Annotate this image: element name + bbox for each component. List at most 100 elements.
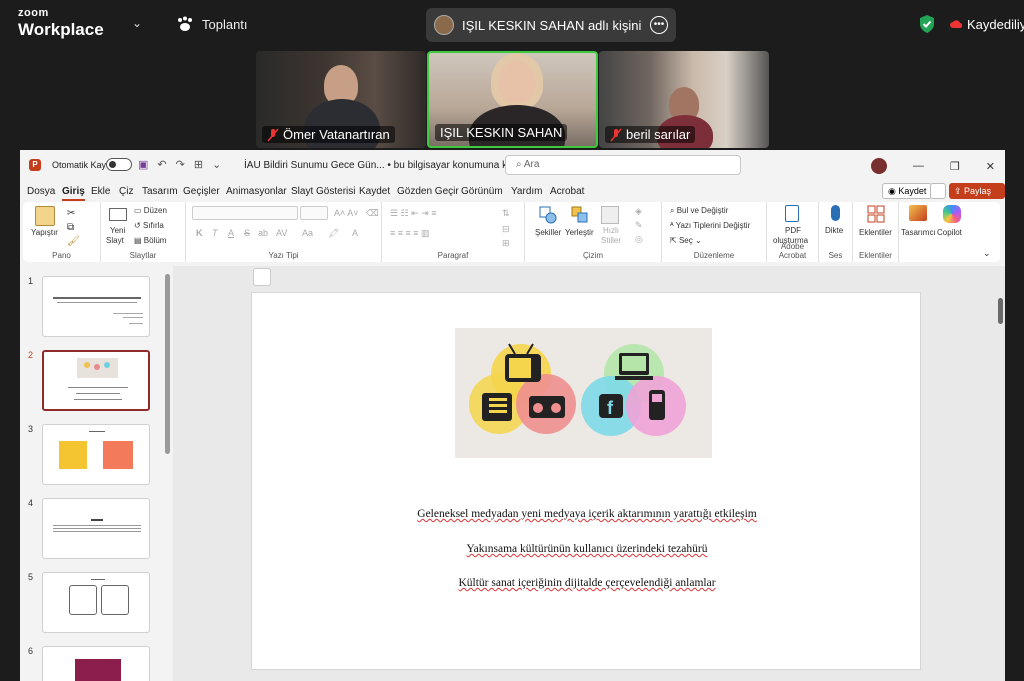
close-icon[interactable]: ✕ — [986, 160, 995, 173]
tab-dosya[interactable]: Dosya — [27, 186, 55, 197]
arrange-icon[interactable] — [571, 206, 589, 224]
slide-text-line[interactable]: Yakınsama kültürünün kullanıcı üzerindek… — [252, 543, 922, 555]
shapes-icon[interactable] — [539, 206, 557, 224]
grow-font-icon[interactable]: A˄ A˅ — [334, 208, 359, 218]
tab-tasarim[interactable]: Tasarım — [142, 186, 178, 197]
layout-button[interactable]: ▭ Düzen — [134, 206, 167, 215]
dictate-label[interactable]: Dikte — [825, 226, 843, 235]
quick-styles-label-1[interactable]: Hızlı — [603, 226, 619, 235]
tab-kaydet[interactable]: Kaydet — [359, 186, 390, 197]
tab-animasyonlar[interactable]: Animasyonlar — [226, 186, 287, 197]
current-slide[interactable]: f Geleneksel medyadan yeni medyaya içeri… — [251, 292, 921, 670]
section-button[interactable]: ▤ Bölüm — [134, 236, 166, 245]
new-slide-icon[interactable] — [109, 208, 127, 221]
tab-ekle[interactable]: Ekle — [91, 186, 110, 197]
replace-fonts-button[interactable]: ᴬ Yazı Tiplerini Değiştir — [670, 221, 750, 230]
bold-button[interactable]: K — [196, 228, 203, 238]
highlight-icon[interactable]: 🖍 — [328, 228, 339, 239]
copy-icon[interactable]: ⧉ — [67, 222, 74, 233]
presenter-icon[interactable]: ⊞ — [194, 158, 203, 171]
slide-copilot-icon[interactable] — [253, 268, 271, 286]
customize-icon[interactable]: ⌄ — [212, 158, 221, 171]
meeting-info-button[interactable]: Toplantı — [176, 16, 248, 32]
record-button[interactable]: ◉ Kaydet — [882, 183, 933, 199]
text-direction-icon[interactable]: ⇅ — [502, 208, 510, 219]
bullets-icon[interactable]: ☰ ☷ ⇤ ⇥ ≡ — [390, 208, 436, 219]
screen-share-indicator[interactable]: IŞIL KESKIN SAHAN adlı kişinin e ••• — [426, 8, 676, 42]
italic-button[interactable]: T — [212, 228, 218, 238]
shape-outline-icon[interactable]: ✎ — [635, 220, 643, 231]
font-name-select[interactable] — [192, 206, 298, 220]
participant-video-2-active-speaker[interactable]: IŞIL KESKIN SAHAN — [427, 51, 598, 148]
participant-video-1[interactable]: Ömer Vatanartıran — [256, 51, 426, 148]
addins-label[interactable]: Eklentiler — [859, 228, 892, 237]
tab-acrobat[interactable]: Acrobat — [550, 186, 584, 197]
recording-status[interactable]: Kaydediliy — [950, 17, 1024, 32]
tab-gorunum[interactable]: Görünüm — [461, 186, 503, 197]
designer-label[interactable]: Tasarımcı — [901, 228, 936, 237]
copilot-icon[interactable] — [943, 205, 961, 223]
reset-button[interactable]: ↺ Sıfırla — [134, 221, 164, 230]
new-slide-label-2[interactable]: Slayt — [106, 236, 124, 245]
slide-thumbnail[interactable] — [42, 572, 150, 633]
align-text-icon[interactable]: ⊟ — [502, 224, 510, 235]
comments-icon[interactable] — [930, 183, 946, 199]
collapse-ribbon-icon[interactable]: ⌄ — [983, 248, 991, 259]
smartart-icon[interactable]: ⊞ — [502, 238, 510, 249]
search-input[interactable]: ⌕ Ara — [505, 155, 741, 175]
avatar[interactable] — [870, 158, 887, 174]
minimize-icon[interactable]: — — [913, 160, 924, 172]
char-spacing-button[interactable]: AV — [276, 228, 287, 238]
tab-gecisler[interactable]: Geçişler — [183, 186, 220, 197]
slide-text-line[interactable]: Kültür sanat içeriğinin dijitalde çerçev… — [252, 577, 922, 589]
save-icon[interactable]: ▣ — [138, 158, 148, 171]
tab-gozden-gecir[interactable]: Gözden Geçir — [397, 186, 459, 197]
shape-effects-icon[interactable]: ◎ — [635, 234, 643, 245]
select-button[interactable]: ⇱ Seç ⌄ — [670, 236, 702, 245]
paste-label[interactable]: Yapıştır — [31, 228, 58, 237]
format-painter-icon[interactable]: 🖌 — [67, 236, 80, 247]
shapes-label[interactable]: Şekiller — [535, 228, 561, 237]
find-replace-button[interactable]: ⌕ Bul ve Değiştir — [670, 206, 728, 216]
quick-styles-icon[interactable] — [601, 206, 619, 224]
cut-icon[interactable]: ✂ — [67, 208, 75, 219]
media-icons-image[interactable]: f — [455, 328, 712, 458]
quick-styles-label-2[interactable]: Stiller — [601, 236, 621, 245]
pdf-label-1[interactable]: PDF — [785, 226, 801, 235]
strike-button[interactable]: S — [244, 228, 250, 238]
autosave-toggle[interactable] — [106, 158, 132, 171]
thumbnail-scrollbar[interactable] — [165, 274, 170, 454]
slide-thumbnail[interactable] — [42, 498, 150, 559]
more-options-icon[interactable]: ••• — [650, 16, 668, 34]
font-color-icon[interactable]: A — [352, 228, 358, 238]
addins-icon[interactable] — [867, 205, 885, 223]
clear-format-icon[interactable]: ⌫ — [366, 208, 379, 219]
tab-giris[interactable]: Giriş — [62, 186, 85, 201]
copilot-label[interactable]: Copilot — [937, 228, 962, 237]
tab-yardim[interactable]: Yardım — [511, 186, 543, 197]
arrange-label[interactable]: Yerleştir — [565, 228, 594, 237]
paste-icon[interactable] — [35, 206, 55, 226]
slide-text-line[interactable]: Geleneksel medyadan yeni medyaya içerik … — [252, 508, 922, 520]
slide-thumbnail[interactable] — [42, 646, 150, 681]
shape-fill-icon[interactable]: ◈ — [635, 206, 642, 217]
undo-icon[interactable]: ↶ — [157, 158, 166, 171]
designer-icon[interactable] — [909, 205, 927, 221]
redo-icon[interactable]: ↷ — [176, 158, 185, 171]
microphone-icon[interactable] — [831, 205, 840, 221]
share-button[interactable]: ⇪ Paylaş ⌄ — [949, 183, 1005, 212]
shield-check-icon[interactable] — [918, 14, 936, 34]
document-name[interactable]: İAU Bildiri Sunumu Gece Gün... • bu bilg… — [244, 160, 547, 171]
change-case-button[interactable]: Aa — [302, 228, 313, 238]
tab-ciz[interactable]: Çiz — [119, 186, 133, 197]
editor-scrollbar[interactable] — [998, 298, 1003, 324]
chevron-down-icon[interactable]: ⌄ — [132, 16, 142, 30]
restore-icon[interactable]: ❐ — [950, 160, 960, 173]
underline-button[interactable]: A — [228, 228, 234, 238]
shadow-icon[interactable]: ab — [258, 228, 268, 238]
new-slide-label-1[interactable]: Yeni — [110, 226, 125, 235]
slide-thumbnail[interactable] — [42, 424, 150, 485]
align-icons[interactable]: ≡ ≡ ≡ ≡ ▥ — [390, 228, 430, 239]
pdf-icon[interactable] — [785, 205, 799, 222]
slide-thumbnail-selected[interactable] — [42, 350, 150, 411]
